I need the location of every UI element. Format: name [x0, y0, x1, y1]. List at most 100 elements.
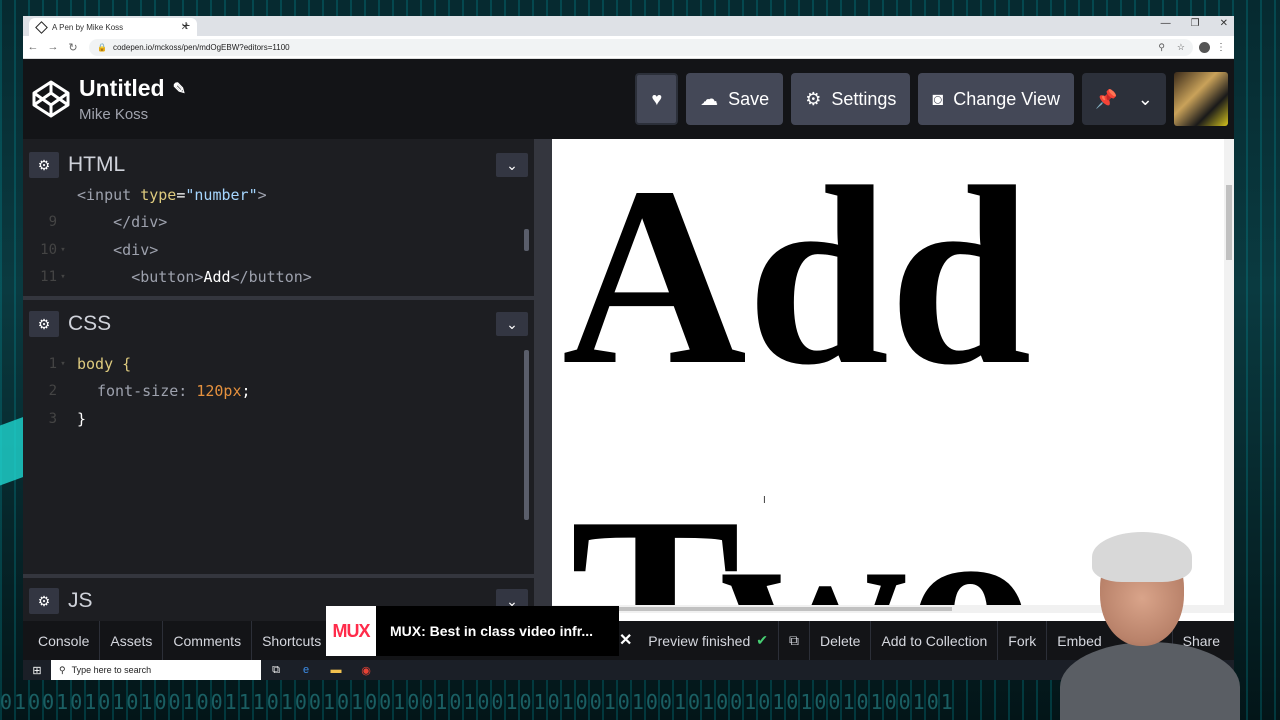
add-to-collection-button[interactable]: Add to Collection	[870, 621, 997, 660]
close-ad-icon[interactable]: ✕	[619, 630, 632, 650]
fold-icon: ▾	[60, 244, 66, 255]
html-pane-chevron-icon[interactable]: ⌄	[496, 153, 528, 177]
pen-author[interactable]: Mike Koss	[79, 106, 186, 123]
html-settings-gear-icon[interactable]: ⚙	[29, 152, 59, 178]
code-brace: }	[77, 409, 87, 428]
css-editor-scrollbar[interactable]	[524, 350, 529, 520]
mux-logo: MUX	[326, 606, 376, 656]
taskbar-search[interactable]: ⚲ Type here to search	[51, 660, 261, 680]
pin-menu-button[interactable]: 📌 ⌄	[1082, 73, 1166, 125]
codepen-favicon-icon	[35, 20, 48, 34]
html-code-editor[interactable]: <input type = "number" > 9 </div> 10 ▾ <div…	[23, 181, 534, 291]
windows-start-icon[interactable]: ⊞	[23, 664, 51, 677]
line-number: 1	[48, 355, 57, 372]
bookmark-star-icon[interactable]: ☆	[1177, 42, 1185, 53]
file-explorer-icon[interactable]: ▬	[321, 664, 351, 676]
line-number: 10	[40, 241, 57, 258]
delete-button[interactable]: Delete	[808, 621, 870, 660]
text-cursor-icon: I	[763, 495, 766, 506]
settings-button[interactable]: ⚙ Settings	[791, 73, 911, 125]
close-window-icon[interactable]: ✕	[1220, 18, 1228, 29]
mux-ad-text: MUX: Best in class video infr...	[390, 623, 594, 639]
css-settings-gear-icon[interactable]: ⚙	[29, 311, 59, 337]
pin-icon: 📌	[1095, 88, 1118, 109]
code-attr: type	[140, 185, 177, 204]
css-code-editor[interactable]: 1 ▾ body { 2 font-size: 120px; 3 }	[23, 350, 534, 576]
restore-icon[interactable]: ❐	[1191, 18, 1200, 29]
code-line: <input type = "number" >	[23, 181, 534, 209]
pane-divider[interactable]	[23, 296, 534, 300]
browser-tab[interactable]: A Pen by Mike Koss ✕	[29, 18, 197, 36]
zoom-icon[interactable]: ⚲	[1158, 42, 1165, 53]
heart-icon: ♥	[651, 88, 663, 109]
chrome-icon[interactable]: ◉	[351, 664, 381, 677]
profile-icon[interactable]	[1199, 41, 1210, 53]
mux-ad-toast[interactable]: MUX MUX: Best in class video infr...	[326, 606, 619, 656]
fold-icon: ▾	[60, 358, 66, 369]
code-semicolon: ;	[241, 382, 251, 401]
editor-resize-handle[interactable]	[534, 139, 552, 621]
css-pane-title: CSS	[68, 312, 112, 335]
preview-word-add: Add	[562, 139, 1032, 418]
task-view-icon[interactable]: ⧉	[261, 664, 291, 677]
code-string: "number"	[185, 185, 258, 204]
fork-button[interactable]: Fork	[997, 621, 1046, 660]
minimize-icon[interactable]: —	[1161, 18, 1171, 29]
reload-icon[interactable]: ↻	[63, 41, 83, 54]
codepen-logo-icon[interactable]	[31, 79, 71, 119]
codepen-header: Untitled ✎ Mike Koss ♥ ☁ Save ⚙ Settings…	[23, 59, 1234, 139]
window-controls: — ❐ ✕	[1161, 18, 1228, 29]
line-number: 3	[48, 410, 57, 427]
user-avatar[interactable]	[1174, 72, 1228, 126]
code-line: 3 }	[23, 405, 534, 433]
line-number: 2	[48, 383, 57, 400]
browser-menu-icon[interactable]: ⋮	[1216, 42, 1226, 53]
tab-bar: A Pen by Mike Koss ✕ + — ❐ ✕	[23, 16, 1234, 36]
code-line: 1 ▾ body {	[23, 350, 534, 378]
line-number: 9	[48, 214, 57, 231]
new-tab-button[interactable]: +	[182, 17, 190, 33]
css-pane-chevron-icon[interactable]: ⌄	[496, 312, 528, 336]
console-button[interactable]: Console	[23, 621, 99, 660]
url-field[interactable]: 🔒 codepen.io/mckoss/pen/mdOgEBW?editors=…	[89, 38, 1193, 56]
edit-title-icon[interactable]: ✎	[173, 79, 186, 99]
search-icon: ⚲	[59, 664, 66, 675]
js-settings-gear-icon[interactable]: ⚙	[29, 588, 59, 614]
save-button[interactable]: ☁ Save	[686, 73, 784, 125]
change-view-button[interactable]: ◙ Change View	[918, 73, 1074, 125]
html-editor-scrollbar[interactable]	[524, 229, 529, 251]
preview-status-text: Preview finished	[648, 632, 751, 649]
pane-divider[interactable]	[23, 574, 534, 578]
code-tag: <button>	[131, 268, 204, 287]
love-button[interactable]: ♥	[635, 73, 679, 125]
eye-icon: ◙	[932, 88, 944, 109]
comments-button[interactable]: Comments	[162, 621, 251, 660]
code-tag: </button>	[230, 268, 312, 287]
webcam-overlay	[1060, 520, 1260, 720]
back-icon[interactable]: ←	[23, 41, 43, 53]
forward-icon[interactable]: →	[43, 41, 63, 53]
presenter-hair	[1092, 532, 1192, 582]
fold-icon: ▾	[60, 272, 66, 283]
url-text: codepen.io/mckoss/pen/mdOgEBW?editors=11…	[112, 42, 290, 52]
code-tag: >	[257, 185, 267, 204]
code-line: 9 </div>	[23, 209, 534, 237]
assets-button[interactable]: Assets	[99, 621, 162, 660]
open-external-icon[interactable]: ⧉	[777, 621, 809, 660]
edge-icon[interactable]: e	[291, 664, 321, 676]
lock-icon: 🔒	[97, 42, 107, 52]
pen-title[interactable]: Untitled	[79, 75, 165, 102]
preview-word-two: Two	[570, 465, 1035, 614]
code-property: font-size	[97, 382, 179, 401]
shortcuts-button[interactable]: Shortcuts	[251, 621, 331, 660]
js-pane-title: JS	[68, 589, 93, 612]
code-text: Add	[203, 268, 231, 287]
code-tag: </div>	[113, 213, 168, 232]
code-line: 2 font-size: 120px;	[23, 378, 534, 406]
html-pane-title: HTML	[68, 153, 126, 176]
settings-label: Settings	[831, 88, 897, 109]
presenter-body	[1060, 642, 1240, 720]
